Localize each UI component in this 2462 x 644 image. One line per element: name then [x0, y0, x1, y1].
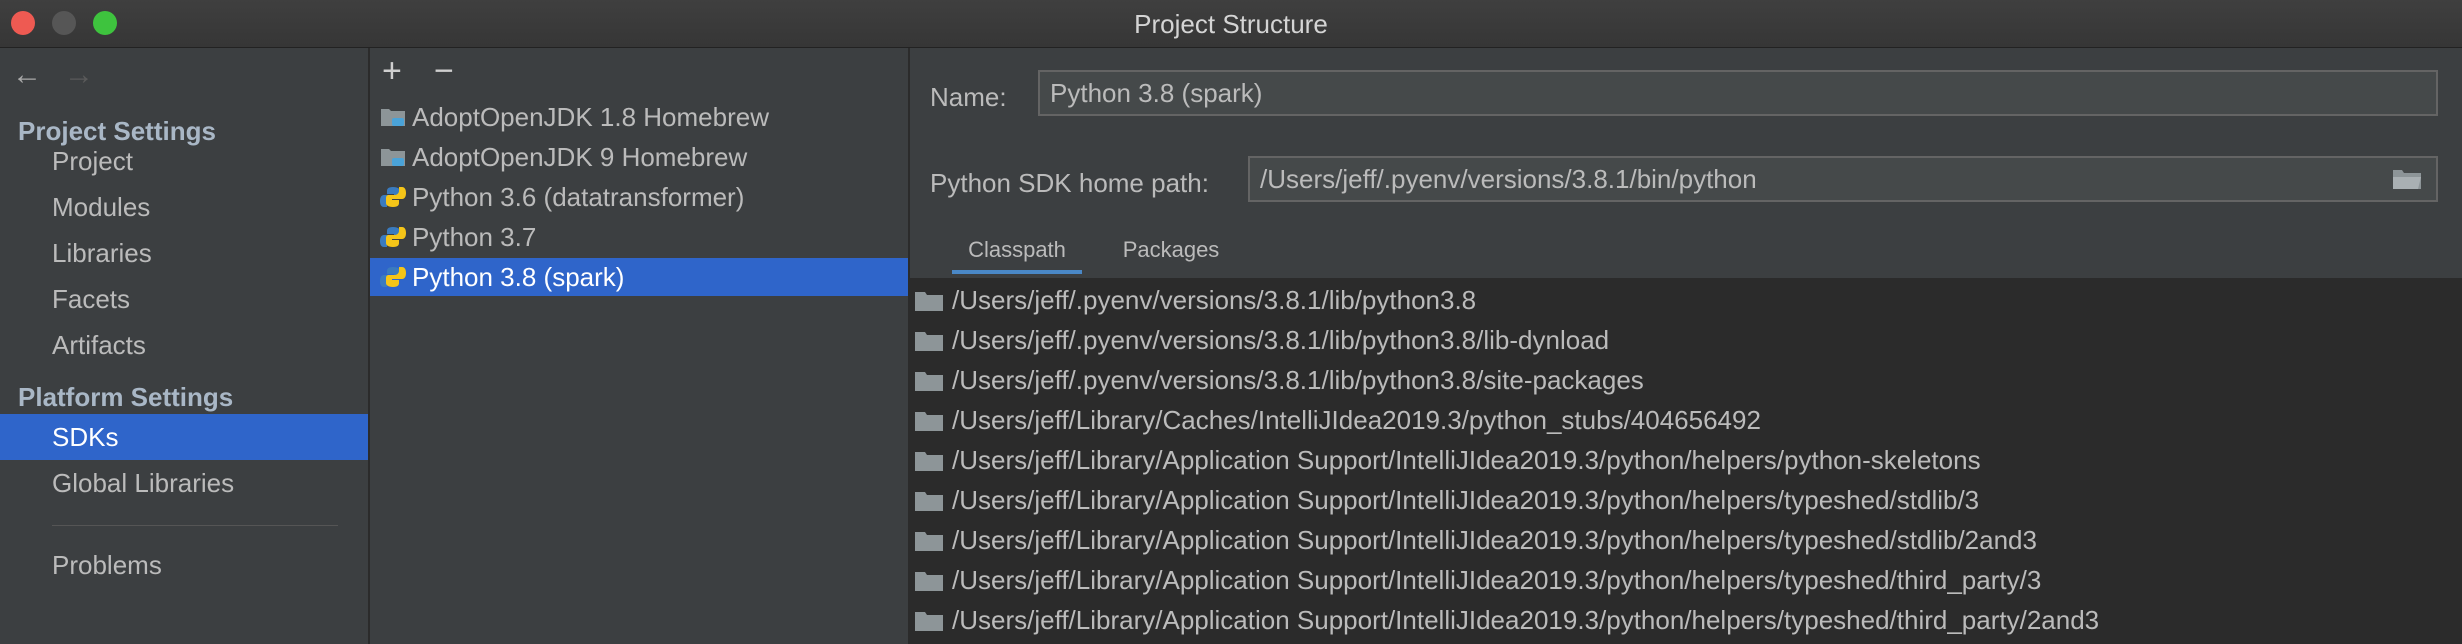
sidebar-divider: [52, 525, 338, 526]
classpath-entry: /Users/jeff/Library/Application Support/…: [952, 605, 2100, 635]
list-item[interactable]: /Users/jeff/Library/Application Support/…: [910, 560, 2462, 600]
name-label: Name:: [930, 82, 1007, 112]
list-item[interactable]: Python 3.6 (datatransformer): [370, 178, 908, 216]
list-item[interactable]: /Users/jeff/.pyenv/versions/3.8.1/lib/py…: [910, 360, 2462, 400]
sidebar-item-problems[interactable]: Problems: [0, 542, 368, 588]
sidebar-item-artifacts[interactable]: Artifacts: [0, 322, 368, 368]
forward-arrow-icon[interactable]: →: [64, 58, 94, 92]
classpath-entry: /Users/jeff/.pyenv/versions/3.8.1/lib/py…: [952, 285, 1477, 315]
folder-icon: [915, 612, 943, 631]
list-item[interactable]: Python 3.7: [370, 218, 908, 256]
folder-icon: [915, 532, 943, 551]
jdk-folder-icon: [381, 149, 405, 166]
python-icon: [380, 267, 406, 287]
sidebar-item-project[interactable]: Project: [0, 138, 368, 184]
classpath-entry: /Users/jeff/.pyenv/versions/3.8.1/lib/py…: [952, 365, 1644, 395]
list-item[interactable]: AdoptOpenJDK 9 Homebrew: [370, 138, 908, 176]
sdk-name-field[interactable]: Python 3.8 (spark): [1038, 70, 2438, 116]
classpath-entry: /Users/jeff/Library/Caches/IntelliJIdea2…: [952, 405, 1761, 435]
home-path-label: Python SDK home path:: [930, 168, 1209, 198]
sdk-detail-panel: Name: Python 3.8 (spark) Python SDK home…: [910, 48, 2462, 644]
sidebar-item-libraries[interactable]: Libraries: [0, 230, 368, 276]
sidebar-item-sdks[interactable]: SDKs: [0, 414, 368, 460]
classpath-entry: /Users/jeff/Library/Application Support/…: [952, 485, 1980, 515]
detail-tabs: Classpath Packages: [910, 228, 2462, 274]
folder-icon: [915, 292, 943, 311]
folder-icon: [915, 452, 943, 471]
python-icon: [380, 187, 406, 207]
folder-icon: [915, 412, 943, 431]
sdk-label: Python 3.8 (spark): [412, 262, 625, 292]
list-item[interactable]: /Users/jeff/Library/Application Support/…: [910, 600, 2462, 640]
folder-icon: [915, 492, 943, 511]
list-item[interactable]: /Users/jeff/Library/Application Support/…: [910, 480, 2462, 520]
folder-icon: [915, 572, 943, 591]
remove-sdk-button[interactable]: −: [434, 52, 454, 91]
folder-icon: [915, 332, 943, 351]
list-item[interactable]: /Users/jeff/Library/Caches/IntelliJIdea2…: [910, 400, 2462, 440]
sdk-label: AdoptOpenJDK 1.8 Homebrew: [412, 102, 769, 132]
list-item[interactable]: /Users/jeff/Library/Application Support/…: [910, 520, 2462, 560]
tab-packages[interactable]: Packages: [1106, 228, 1236, 274]
platform-settings-header: Platform Settings: [18, 382, 234, 412]
jdk-folder-icon: [381, 109, 405, 126]
home-path-value: /Users/jeff/.pyenv/versions/3.8.1/bin/py…: [1260, 164, 1757, 194]
list-item[interactable]: /Users/jeff/.pyenv/versions/3.8.1/lib/py…: [910, 320, 2462, 360]
list-item[interactable]: Python 3.8 (spark): [370, 258, 908, 296]
sdk-label: Python 3.7: [412, 222, 537, 252]
sidebar-item-global-libraries[interactable]: Global Libraries: [0, 460, 368, 506]
list-item[interactable]: /Users/jeff/.pyenv/versions/3.8.1/lib/py…: [910, 280, 2462, 320]
tab-classpath[interactable]: Classpath: [952, 228, 1082, 274]
classpath-entry: /Users/jeff/Library/Application Support/…: [952, 445, 1981, 475]
python-icon: [380, 227, 406, 247]
window-title: Project Structure: [1134, 9, 1328, 39]
list-item[interactable]: AdoptOpenJDK 1.8 Homebrew: [370, 98, 908, 136]
list-item[interactable]: /Users/jeff/Library/Application Support/…: [910, 440, 2462, 480]
folder-browse-icon[interactable]: [2392, 168, 2422, 190]
classpath-entry: /Users/jeff/Library/Application Support/…: [952, 525, 2037, 555]
classpath-entry: /Users/jeff/.pyenv/versions/3.8.1/lib/py…: [952, 325, 1610, 355]
sdk-label: Python 3.6 (datatransformer): [412, 182, 745, 212]
back-arrow-icon[interactable]: ←: [12, 58, 42, 92]
sidebar-item-modules[interactable]: Modules: [0, 184, 368, 230]
folder-icon: [915, 372, 943, 391]
sidebar-item-facets[interactable]: Facets: [0, 276, 368, 322]
sdk-home-path-field[interactable]: /Users/jeff/.pyenv/versions/3.8.1/bin/py…: [1248, 156, 2438, 202]
classpath-list: /Users/jeff/.pyenv/versions/3.8.1/lib/py…: [910, 278, 2462, 644]
classpath-entry: /Users/jeff/Library/Application Support/…: [952, 565, 2042, 595]
settings-sidebar: ← → Project Settings Project Modules Lib…: [0, 48, 370, 644]
sdk-label: AdoptOpenJDK 9 Homebrew: [412, 142, 748, 172]
sdk-list-panel: + − AdoptOpenJDK 1.8 Homebrew AdoptOpenJ…: [370, 48, 910, 644]
add-sdk-button[interactable]: +: [382, 52, 402, 91]
title-bar: Project Structure: [0, 0, 2462, 48]
